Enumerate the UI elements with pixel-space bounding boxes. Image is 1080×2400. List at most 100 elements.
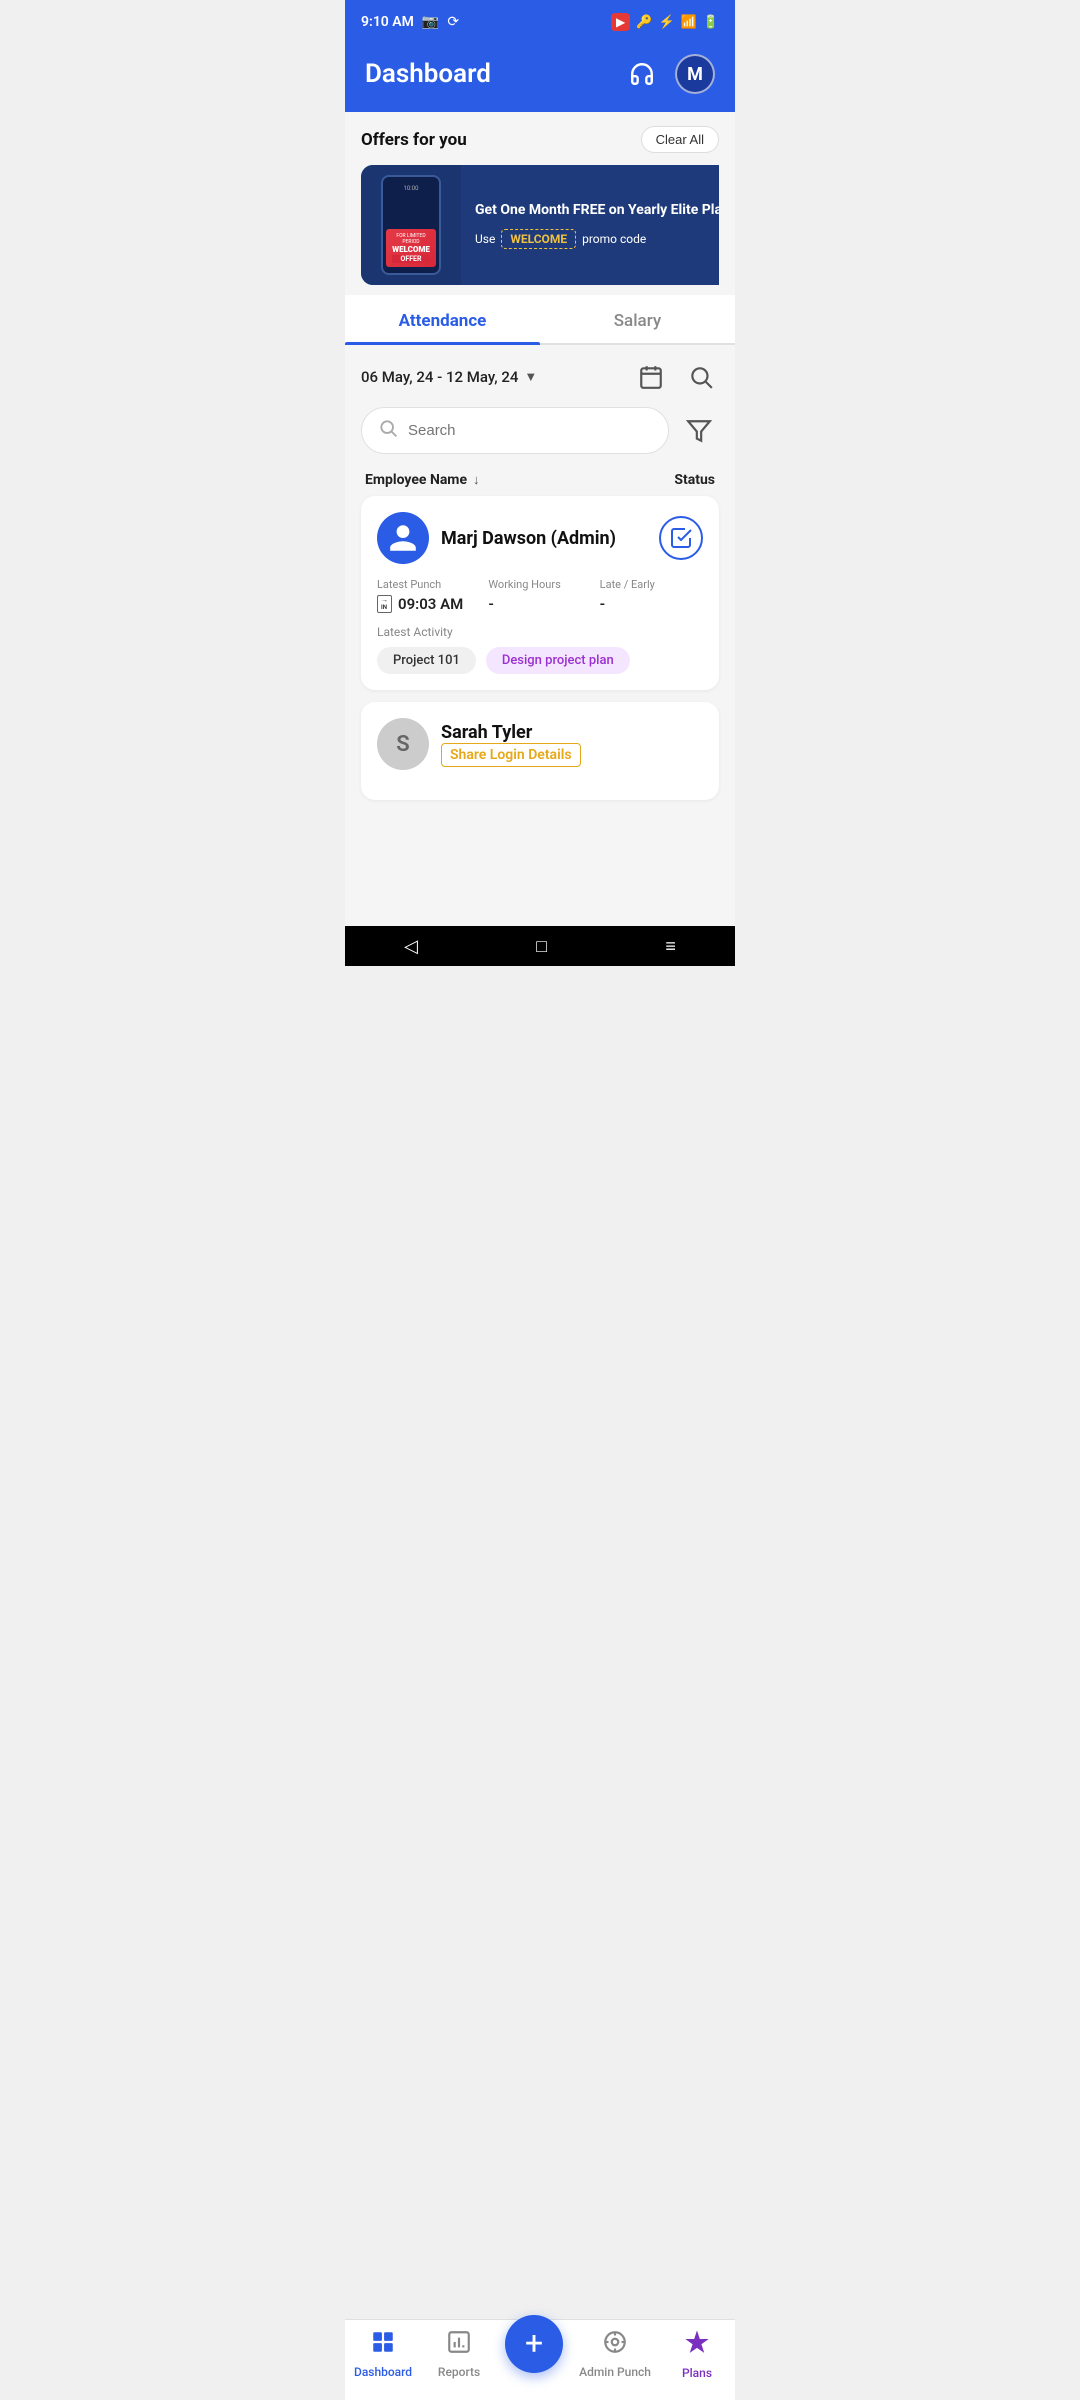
reports-nav-label: Reports: [438, 2365, 480, 2379]
welcome-offer-text: WELCOME: [392, 245, 430, 255]
banner-phone-visual: 10:00 FOR LIMITED PERIOD WELCOME OFFER: [361, 165, 461, 285]
bottom-spacer: [361, 812, 719, 912]
headset-icon-button[interactable]: [623, 55, 661, 93]
nav-plans[interactable]: Plans: [667, 2328, 727, 2380]
wifi-icon: 📶: [681, 15, 697, 30]
latest-activity-label: Latest Activity: [377, 625, 703, 639]
offers-section: Offers for you Clear All 10:00 FOR LIMIT…: [345, 112, 735, 295]
task-tag[interactable]: Design project plan: [486, 647, 630, 674]
activity-tags: Project 101 Design project plan: [377, 647, 703, 674]
plans-nav-label: Plans: [682, 2366, 712, 2380]
record-icon: ▶: [611, 13, 630, 31]
employee-name-marj: Marj Dawson (Admin): [441, 528, 647, 549]
data-icon: ⟳: [447, 14, 459, 30]
status-icons: ▶ 🔑 ⚡ 📶 🔋: [611, 13, 719, 31]
name-column-header[interactable]: Employee Name ↓: [365, 472, 480, 488]
attendance-section: 06 May, 24 - 12 May, 24 ▼: [345, 345, 735, 926]
late-early-label: Late / Early: [600, 578, 703, 591]
banner-main-text: Get One Month FREE on Yearly Elite Plan: [475, 201, 719, 221]
plans-icon: [683, 2328, 711, 2362]
employee-name-sarah: Sarah Tyler: [441, 722, 703, 743]
latest-punch-value: → IN 09:03 AM: [377, 595, 480, 613]
reports-icon: [446, 2329, 472, 2361]
tab-attendance[interactable]: Attendance: [345, 295, 540, 343]
working-hours-label: Working Hours: [488, 578, 591, 591]
admin-punch-icon: [602, 2329, 628, 2361]
project-tag[interactable]: Project 101: [377, 647, 476, 674]
offers-title: Offers for you: [361, 130, 467, 150]
working-hours-stat: Working Hours -: [488, 578, 591, 613]
clear-all-button[interactable]: Clear All: [641, 126, 719, 153]
bottom-navigation: Dashboard Reports + Admin Pun: [345, 2319, 735, 2400]
latest-punch-stat: Latest Punch → IN 09:03 AM: [377, 578, 480, 613]
phone-mockup: 10:00 FOR LIMITED PERIOD WELCOME OFFER: [381, 175, 441, 275]
late-early-stat: Late / Early -: [600, 578, 703, 613]
search-row: [361, 407, 719, 454]
page-title: Dashboard: [365, 59, 491, 89]
sort-icon: ↓: [473, 472, 480, 488]
status-bar: 9:10 AM 📷 ⟳ ▶ 🔑 ⚡ 📶 🔋: [345, 0, 735, 44]
system-nav-bar: ◁ □ ≡: [345, 926, 735, 966]
status-left: 9:10 AM 📷 ⟳: [361, 14, 459, 30]
search-input[interactable]: [408, 422, 652, 439]
employee-avatar-sarah: S: [377, 718, 429, 770]
employee-header-marj: Marj Dawson (Admin): [377, 512, 703, 564]
offer-banner-card[interactable]: 10:00 FOR LIMITED PERIOD WELCOME OFFER G…: [361, 165, 719, 285]
promo-use-label: Use: [475, 232, 495, 246]
employee-stats-marj: Latest Punch → IN 09:03 AM Working Hours…: [377, 578, 703, 613]
tabs-section: Attendance Salary: [345, 295, 735, 345]
latest-punch-label: Latest Punch: [377, 578, 480, 591]
sarah-info: Sarah Tyler Share Login Details: [441, 722, 703, 767]
menu-button[interactable]: ≡: [665, 936, 676, 957]
calendar-icon-button[interactable]: [633, 359, 669, 395]
dashboard-nav-label: Dashboard: [354, 2365, 412, 2379]
nav-admin-punch[interactable]: Admin Punch: [579, 2329, 651, 2379]
tab-salary[interactable]: Salary: [540, 295, 735, 343]
admin-punch-nav-label: Admin Punch: [579, 2365, 651, 2379]
promo-row: Use WELCOME promo code: [475, 229, 719, 249]
working-hours-value: -: [488, 595, 591, 613]
offers-banner-scroll: 10:00 FOR LIMITED PERIOD WELCOME OFFER G…: [361, 165, 719, 285]
welcome-offer-badge: FOR LIMITED PERIOD WELCOME OFFER: [386, 229, 436, 267]
dashboard-icon: [370, 2329, 396, 2361]
nav-reports[interactable]: Reports: [429, 2329, 489, 2379]
search-container: [361, 407, 669, 454]
user-avatar[interactable]: M: [675, 54, 715, 94]
date-range-label: 06 May, 24 - 12 May, 24: [361, 368, 518, 386]
key-icon: 🔑: [636, 15, 652, 30]
back-button[interactable]: ◁: [404, 936, 418, 957]
offers-header: Offers for you Clear All: [361, 126, 719, 153]
status-time: 9:10 AM: [361, 14, 414, 30]
employee-header-sarah: S Sarah Tyler Share Login Details: [377, 718, 703, 770]
filter-icon-buttons: [633, 359, 719, 395]
fab-add-button[interactable]: +: [505, 2315, 563, 2373]
filter-icon-button[interactable]: [679, 411, 719, 451]
avatar-initial: M: [687, 64, 703, 85]
late-early-value: -: [600, 595, 703, 613]
search-icon-button[interactable]: [683, 359, 719, 395]
column-headers: Employee Name ↓ Status: [361, 468, 719, 496]
bluetooth-icon: ⚡: [658, 15, 674, 30]
promo-code: WELCOME: [501, 229, 576, 249]
date-range-button[interactable]: 06 May, 24 - 12 May, 24 ▼: [361, 368, 537, 386]
punch-button-marj[interactable]: [659, 516, 703, 560]
battery-icon: 🔋: [703, 15, 719, 30]
share-login-details[interactable]: Share Login Details: [441, 743, 581, 767]
offer-label: OFFER: [392, 255, 430, 263]
date-filter-row: 06 May, 24 - 12 May, 24 ▼: [361, 359, 719, 395]
sarah-avatar-initial: S: [396, 732, 409, 757]
punch-in-badge: → IN: [377, 595, 392, 613]
home-button[interactable]: □: [536, 936, 547, 957]
status-column-header: Status: [674, 472, 715, 488]
promo-suffix: promo code: [582, 232, 646, 246]
nav-dashboard[interactable]: Dashboard: [353, 2329, 413, 2379]
plus-icon: +: [525, 2327, 543, 2359]
chevron-down-icon: ▼: [524, 369, 537, 385]
employee-name-label: Employee Name: [365, 472, 467, 488]
employee-card-marj-dawson: Marj Dawson (Admin) Latest Punch → IN 09…: [361, 496, 719, 690]
app-header: Dashboard M: [345, 44, 735, 112]
camera-icon: 📷: [422, 14, 439, 30]
employee-card-sarah-tyler: S Sarah Tyler Share Login Details: [361, 702, 719, 800]
header-icons: M: [623, 54, 715, 94]
search-icon: [378, 418, 398, 443]
